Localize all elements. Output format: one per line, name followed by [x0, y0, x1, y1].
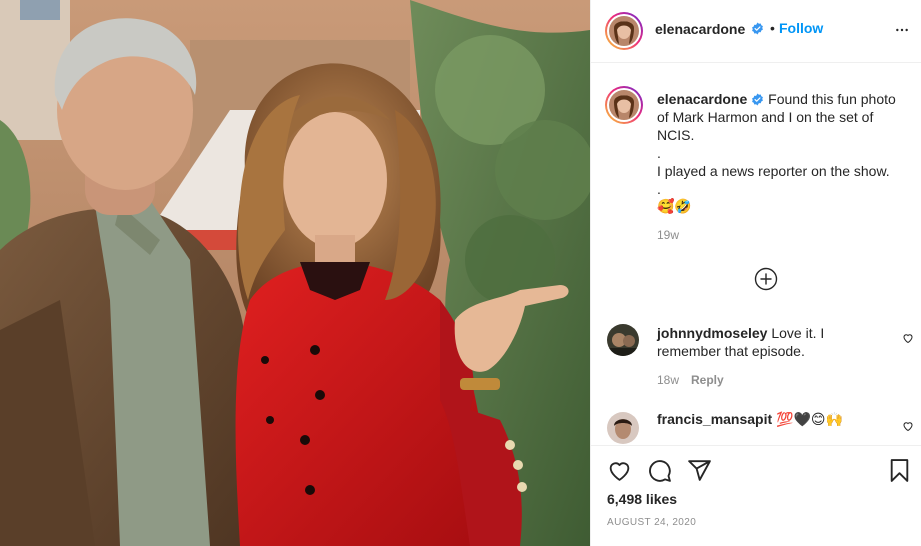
post-actions: 6,498 likes AUGUST 24, 2020	[591, 445, 921, 546]
caption-emojis: 🥰🤣	[657, 199, 692, 215]
caption-timestamp[interactable]: 19w	[657, 228, 679, 242]
avatar-image	[609, 16, 639, 46]
likes-count[interactable]: 6,498 likes	[607, 491, 677, 507]
avatar-image	[609, 90, 639, 120]
post-photo-illustration	[0, 0, 590, 546]
caption-username[interactable]: elenacardone	[657, 91, 747, 107]
comment-like-icon[interactable]	[902, 420, 914, 432]
verified-badge-icon	[752, 93, 764, 106]
plus-circle-icon[interactable]	[754, 267, 778, 291]
comment-body: 💯🖤😊🙌	[776, 412, 843, 428]
reply-button[interactable]: Reply	[691, 373, 724, 387]
commenter-avatar[interactable]	[607, 324, 639, 356]
post-header: elenacardone • Follow	[591, 0, 921, 63]
author-username[interactable]: elenacardone	[655, 21, 745, 37]
avatar-image	[607, 324, 639, 356]
header-separator: •	[770, 20, 775, 36]
comment-text: johnnydmoseley Love it. I remember that …	[657, 324, 879, 360]
commenter-avatar[interactable]	[607, 412, 639, 444]
caption-avatar[interactable]	[605, 86, 643, 124]
more-options-icon[interactable]	[894, 22, 910, 38]
heart-icon[interactable]	[607, 458, 632, 483]
comment-text: francis_mansapit 💯🖤😊🙌	[657, 410, 879, 429]
author-avatar[interactable]	[605, 12, 643, 50]
paper-plane-icon[interactable]	[687, 458, 712, 483]
comment-timestamp[interactable]: 18w	[657, 373, 679, 387]
post-sidebar: elenacardone • Follow elenacardone Found…	[590, 0, 921, 546]
instagram-post: elenacardone • Follow elenacardone Found…	[0, 0, 921, 546]
post-photo[interactable]	[0, 0, 590, 546]
avatar-image	[607, 412, 639, 444]
comments-section[interactable]: elenacardone Found this fun photo of Mar…	[591, 64, 921, 444]
bookmark-icon[interactable]	[887, 458, 912, 483]
comment-icon[interactable]	[647, 458, 672, 483]
comment-like-icon[interactable]	[902, 332, 914, 344]
follow-button[interactable]: Follow	[779, 20, 823, 36]
comment-username[interactable]: francis_mansapit	[657, 411, 772, 427]
post-date[interactable]: AUGUST 24, 2020	[607, 517, 696, 528]
comment-username[interactable]: johnnydmoseley	[657, 325, 767, 341]
verified-badge-icon	[752, 22, 763, 35]
comment-meta: 18w Reply	[657, 373, 724, 387]
caption-text: elenacardone Found this fun photo of Mar…	[657, 90, 909, 216]
